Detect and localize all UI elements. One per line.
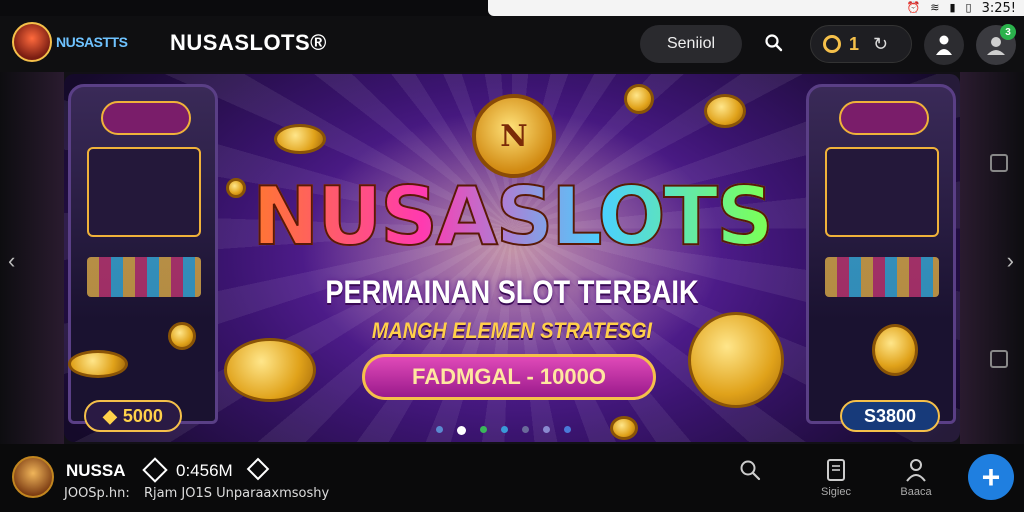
- emblem-icon: N: [472, 94, 556, 178]
- person-icon: [936, 35, 952, 55]
- status-time: 3:25!: [981, 0, 1016, 16]
- carousel-dot[interactable]: [480, 426, 487, 433]
- coin-icon: [68, 350, 128, 378]
- brand-title: NUSASLOTS®: [170, 30, 327, 55]
- app-screen: ⏰ ≋ ▮ ▯ 3:25! NUSASTTS NUSASLOTS® Seniio…: [0, 0, 1024, 512]
- top-header: NUSASTTS NUSASLOTS® Seniiol 1 ↻ 3: [0, 16, 1024, 72]
- status-bar: ⏰ ≋ ▮ ▯ 3:25!: [488, 0, 1024, 16]
- notification-badge: 3: [1000, 24, 1016, 40]
- coin-icon: [624, 84, 654, 114]
- logo-text: NUSASTTS: [56, 34, 128, 50]
- player-info-line: JOOSp.hn:: [64, 486, 130, 501]
- machine-sign: [839, 101, 929, 135]
- banner-title: NUSASLOTS: [64, 169, 960, 264]
- battery-icon: ▯: [965, 1, 972, 14]
- coin-icon: [704, 94, 746, 128]
- search-icon[interactable]: [760, 29, 788, 57]
- signal-icon: ▮: [949, 1, 956, 14]
- player-stat: 0:456M: [176, 461, 233, 480]
- carousel-dot[interactable]: [543, 426, 550, 433]
- chip-badge-right[interactable]: S3800: [840, 400, 940, 432]
- nav-search[interactable]: [720, 458, 780, 506]
- coin-icon: [823, 35, 841, 53]
- carousel-dots: [436, 426, 571, 435]
- banner-carousel: ‹ › N NUSASLOTS PERMAINAN SLOT TERBAIK M…: [0, 72, 1024, 444]
- wifi-icon: ≋: [930, 1, 940, 14]
- coin-icon: [224, 338, 316, 402]
- coin-balance[interactable]: 1 ↻: [810, 25, 912, 63]
- coin-icon: [610, 416, 638, 440]
- banner-tagline: MANGH ELEMEN STRATESGI: [371, 318, 653, 343]
- chip-coin-icon: ◆: [103, 405, 117, 426]
- alarm-icon: ⏰: [906, 1, 921, 14]
- chevron-left-icon[interactable]: ‹: [8, 248, 15, 274]
- nav-profile[interactable]: Baaca: [886, 458, 946, 506]
- carousel-dot[interactable]: [436, 426, 443, 433]
- search-label: Seniiol: [666, 35, 716, 52]
- search-icon: [740, 460, 761, 481]
- square-icon[interactable]: [990, 350, 1008, 368]
- coin-icon: [274, 124, 326, 154]
- avatar[interactable]: [12, 456, 54, 498]
- player-info-line-2: Rjam JO1S Unparaaxmsoshy: [144, 486, 330, 501]
- carousel-dot[interactable]: [564, 426, 571, 433]
- search-button[interactable]: Seniiol: [640, 25, 742, 63]
- chevron-right-icon[interactable]: ›: [1007, 248, 1014, 274]
- promo-banner[interactable]: N NUSASLOTS PERMAINAN SLOT TERBAIK MANGH…: [64, 74, 960, 442]
- carousel-dot[interactable]: [501, 426, 508, 433]
- banner-subtitle: PERMAINAN SLOT TERBAIK: [325, 274, 699, 310]
- cta-button[interactable]: FADMGAL - 1000O: [362, 354, 656, 400]
- chip-right-value: S3800: [863, 405, 917, 426]
- chip-badge-left[interactable]: ◆ 5000: [84, 400, 182, 432]
- refresh-icon[interactable]: ↻: [873, 34, 888, 55]
- app-logo[interactable]: [12, 22, 52, 62]
- diamond-icon: [142, 457, 168, 483]
- add-button[interactable]: +: [968, 454, 1014, 500]
- nav-label: Baaca: [900, 486, 932, 498]
- next-slide-peek: [960, 72, 1024, 444]
- user-icon: [906, 459, 926, 482]
- chip-left-value: 5000: [122, 405, 163, 426]
- carousel-dot[interactable]: [522, 426, 529, 433]
- nav-label: Sigiec: [821, 486, 851, 498]
- document-icon: [827, 459, 845, 481]
- coin-count: 1: [849, 33, 860, 54]
- diamond-outline-icon[interactable]: [246, 457, 270, 481]
- player-name: NUSSA: [66, 461, 126, 480]
- cta-label: FADMGAL - 1000O: [412, 364, 606, 389]
- profile-button[interactable]: [924, 25, 964, 65]
- square-icon[interactable]: [990, 154, 1008, 172]
- nav-document[interactable]: Sigiec: [806, 458, 866, 506]
- carousel-dot[interactable]: [457, 426, 466, 435]
- bottom-bar: NUSSA 0:456M JOOSp.hn: Rjam JO1S Unparaa…: [0, 444, 1024, 512]
- machine-sign: [101, 101, 191, 135]
